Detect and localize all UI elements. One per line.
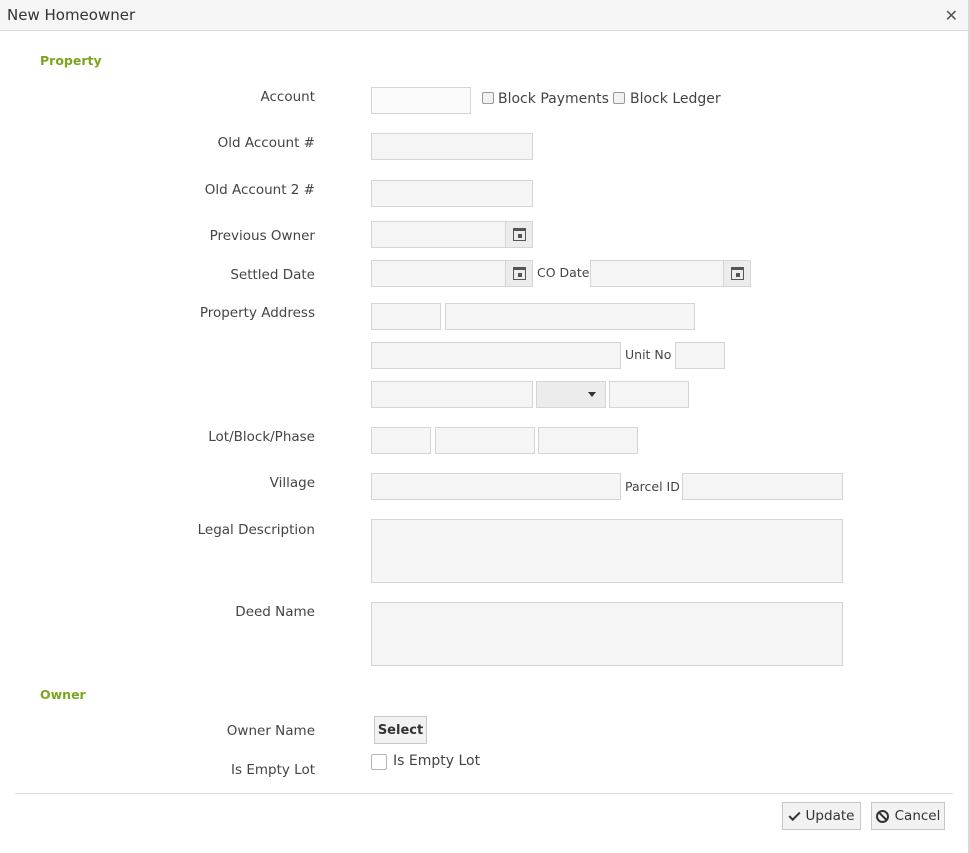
legal-description-textarea[interactable] xyxy=(371,519,843,583)
calendar-button[interactable] xyxy=(723,261,750,286)
old-account2-label: Old Account 2 # xyxy=(204,182,315,198)
section-title-property: Property xyxy=(40,53,102,68)
block-input[interactable] xyxy=(435,427,535,454)
calendar-icon xyxy=(512,267,526,280)
old-account-label: Old Account # xyxy=(217,135,315,151)
calendar-button[interactable] xyxy=(505,261,532,286)
check-icon xyxy=(788,808,801,821)
footer-divider xyxy=(15,793,953,794)
zip-input[interactable] xyxy=(609,381,689,408)
old-account2-input[interactable] xyxy=(371,180,533,207)
dialog-title: New Homeowner xyxy=(7,6,136,24)
previous-owner-label: Previous Owner xyxy=(209,228,315,244)
calendar-icon xyxy=(730,267,744,280)
chevron-down-icon xyxy=(588,392,596,397)
street-name-input[interactable] xyxy=(445,303,695,330)
account-label: Account xyxy=(260,89,315,105)
co-date-label: CO Date xyxy=(537,265,590,280)
deed-name-label: Deed Name xyxy=(235,604,315,620)
village-label: Village xyxy=(269,475,315,491)
settled-date-label: Settled Date xyxy=(230,267,315,283)
is-empty-lot-checkbox[interactable] xyxy=(371,754,387,770)
address-line2-input[interactable] xyxy=(371,342,621,369)
unit-no-input[interactable] xyxy=(675,342,725,369)
section-title-owner: Owner xyxy=(40,687,86,702)
is-empty-lot-checkbox-label: Is Empty Lot xyxy=(393,753,481,769)
lot-input[interactable] xyxy=(371,427,431,454)
legal-description-label: Legal Description xyxy=(197,522,315,538)
ban-icon xyxy=(875,809,889,823)
lot-block-phase-label: Lot/Block/Phase xyxy=(208,429,315,445)
village-input[interactable] xyxy=(371,473,621,500)
account-input[interactable] xyxy=(371,87,471,114)
cancel-button[interactable]: Cancel xyxy=(871,802,945,830)
city-input[interactable] xyxy=(371,381,533,408)
previous-owner-input[interactable] xyxy=(371,221,533,248)
co-date-input[interactable] xyxy=(590,260,751,287)
calendar-icon xyxy=(512,228,526,241)
select-owner-button[interactable]: Select xyxy=(374,716,427,744)
is-empty-lot-label: Is Empty Lot xyxy=(231,762,315,778)
state-select[interactable] xyxy=(536,381,606,408)
cancel-button-label: Cancel xyxy=(894,808,941,824)
settled-date-input[interactable] xyxy=(371,260,533,287)
phase-input[interactable] xyxy=(538,427,638,454)
parcel-id-input[interactable] xyxy=(682,473,843,500)
block-payments-label: Block Payments xyxy=(498,91,609,107)
street-number-input[interactable] xyxy=(371,303,441,330)
calendar-button[interactable] xyxy=(505,222,532,247)
dialog-titlebar: New Homeowner ✕ xyxy=(0,0,968,31)
old-account-input[interactable] xyxy=(371,133,533,160)
parcel-id-label: Parcel ID xyxy=(625,479,680,494)
unit-no-label: Unit No xyxy=(625,347,672,362)
block-ledger-label: Block Ledger xyxy=(630,91,721,107)
update-button[interactable]: Update xyxy=(782,802,861,830)
block-ledger-checkbox[interactable] xyxy=(613,92,625,104)
block-payments-checkbox[interactable] xyxy=(482,92,494,104)
property-address-label: Property Address xyxy=(199,305,315,321)
update-button-label: Update xyxy=(805,808,855,824)
close-icon[interactable]: ✕ xyxy=(945,6,958,25)
deed-name-textarea[interactable] xyxy=(371,602,843,666)
owner-name-label: Owner Name xyxy=(226,723,315,739)
